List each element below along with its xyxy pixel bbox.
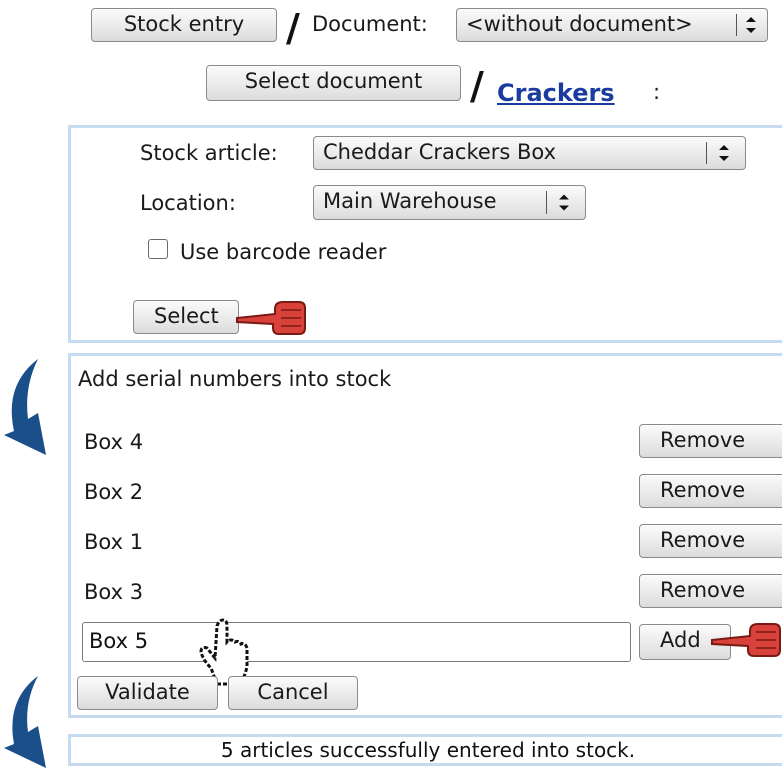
select-button[interactable]: Select bbox=[133, 300, 239, 334]
curved-arrow-icon bbox=[4, 359, 46, 455]
chevron-updown-icon bbox=[719, 145, 729, 161]
stock-article-select[interactable]: Cheddar Crackers Box bbox=[313, 136, 746, 170]
pointing-hand-icon bbox=[236, 301, 306, 335]
remove-button[interactable]: Remove bbox=[639, 424, 782, 458]
serial-item-label: Box 4 bbox=[84, 430, 144, 454]
barcode-label: Use barcode reader bbox=[180, 240, 387, 264]
remove-button[interactable]: Remove bbox=[639, 474, 782, 508]
stock-article-label: Stock article: bbox=[140, 141, 278, 165]
curved-arrow-icon bbox=[4, 676, 46, 768]
document-select-value: <without document> bbox=[466, 12, 693, 36]
remove-button[interactable]: Remove bbox=[639, 574, 782, 608]
location-select[interactable]: Main Warehouse bbox=[313, 185, 586, 220]
serial-number-input[interactable]: Box 5 bbox=[82, 622, 631, 662]
location-value: Main Warehouse bbox=[323, 189, 497, 213]
barcode-checkbox[interactable] bbox=[148, 239, 168, 259]
validate-button[interactable]: Validate bbox=[77, 676, 218, 710]
serial-panel-title: Add serial numbers into stock bbox=[78, 367, 392, 391]
serial-item-label: Box 1 bbox=[84, 530, 144, 554]
chevron-updown-icon bbox=[746, 17, 756, 33]
document-select[interactable]: <without document> bbox=[456, 8, 768, 42]
cancel-button[interactable]: Cancel bbox=[228, 676, 358, 710]
serial-item-label: Box 3 bbox=[84, 580, 144, 604]
remove-button[interactable]: Remove bbox=[639, 524, 782, 558]
crackers-link[interactable]: Crackers bbox=[497, 79, 615, 107]
location-label: Location: bbox=[140, 191, 236, 215]
separator-slash: / bbox=[286, 6, 300, 50]
chevron-updown-icon bbox=[559, 194, 569, 211]
colon-label: : bbox=[653, 80, 661, 104]
status-message: 5 articles successfully entered into sto… bbox=[68, 734, 782, 766]
separator-slash: / bbox=[470, 64, 484, 108]
document-label: Document: bbox=[312, 12, 428, 36]
pointing-hand-icon bbox=[711, 623, 781, 657]
stock-article-value: Cheddar Crackers Box bbox=[323, 140, 557, 164]
select-document-button[interactable]: Select document bbox=[206, 65, 461, 101]
stock-entry-button[interactable]: Stock entry bbox=[91, 8, 277, 42]
serial-item-label: Box 2 bbox=[84, 480, 144, 504]
